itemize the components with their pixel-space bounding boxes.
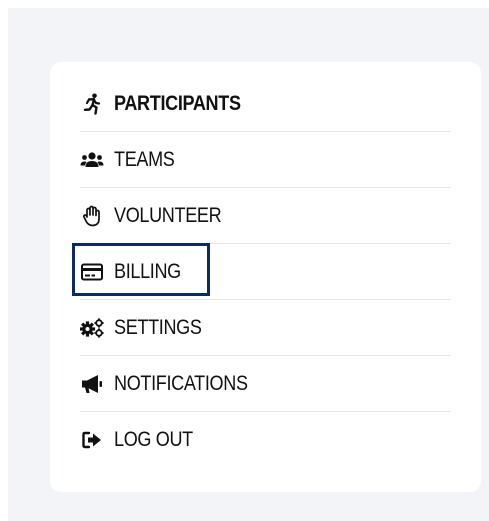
navigation-menu: PARTICIPANTS TEAMS VOLUNTEER BILLING SET… xyxy=(72,76,451,468)
credit-card-icon xyxy=(80,260,104,284)
sign-out-icon xyxy=(80,428,104,452)
menu-item-settings[interactable]: SETTINGS xyxy=(80,300,451,356)
hand-icon xyxy=(80,204,104,228)
menu-item-label: SETTINGS xyxy=(114,315,202,339)
gears-icon xyxy=(80,316,104,340)
menu-item-label: LOG OUT xyxy=(114,428,193,451)
menu-item-log-out[interactable]: LOG OUT xyxy=(80,412,451,468)
menu-item-notifications[interactable]: NOTIFICATIONS xyxy=(80,356,451,412)
menu-item-participants[interactable]: PARTICIPANTS xyxy=(80,76,451,132)
menu-item-volunteer[interactable]: VOLUNTEER xyxy=(80,188,451,244)
background-panel: PARTICIPANTS TEAMS VOLUNTEER BILLING SET… xyxy=(8,8,489,521)
menu-item-label: NOTIFICATIONS xyxy=(114,371,248,395)
users-icon xyxy=(80,148,104,172)
menu-item-billing[interactable]: BILLING xyxy=(72,243,451,300)
menu-item-label: VOLUNTEER xyxy=(114,203,222,227)
megaphone-icon xyxy=(80,372,104,396)
navigation-card: PARTICIPANTS TEAMS VOLUNTEER BILLING SET… xyxy=(50,62,481,492)
running-person-icon xyxy=(80,92,104,116)
menu-item-label: TEAMS xyxy=(114,147,175,171)
menu-item-teams[interactable]: TEAMS xyxy=(80,132,451,188)
menu-item-label: PARTICIPANTS xyxy=(114,91,241,115)
menu-item-label: BILLING xyxy=(114,259,181,283)
